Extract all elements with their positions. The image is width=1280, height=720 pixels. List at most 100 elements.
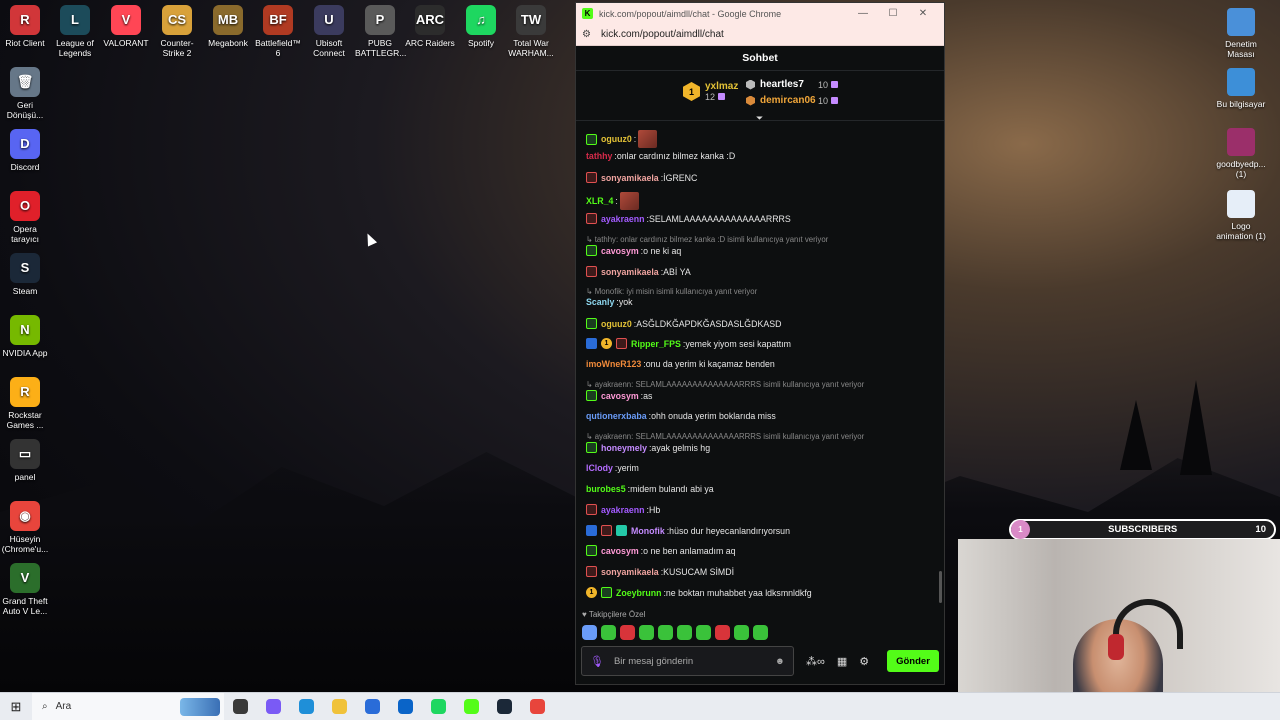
settings-gear-icon[interactable]: ⚙ [859, 655, 869, 668]
chat-message[interactable]: sonyamikaela: İGRENC [586, 172, 697, 183]
desktop-icon[interactable]: TW Total War WARHAM... [506, 5, 556, 58]
blue-badge-icon[interactable] [586, 338, 597, 349]
chat-message[interactable]: qutionerxbaba: ohh onuda yerim boklarıda… [586, 411, 776, 421]
gold-badge-icon[interactable]: 1 [601, 338, 612, 349]
emote-button-icon[interactable] [715, 625, 730, 640]
chat-username[interactable]: sonyamikaela [601, 267, 659, 277]
address-bar[interactable]: ⚙ kick.com/popout/aimdll/chat [576, 24, 944, 46]
desktop-icon[interactable]: ARC ARC Raiders [405, 5, 455, 48]
chat-username[interactable]: ayakraenn [601, 505, 645, 515]
desktop-icon[interactable]: goodbyedp... (1) [1213, 128, 1269, 179]
leaderboard-first[interactable]: 1 yxlmaz 12 [683, 81, 738, 102]
taskbar-app-button[interactable] [290, 699, 323, 714]
emote-button-icon[interactable] [620, 625, 635, 640]
emoji-icon[interactable]: ☻ [775, 656, 785, 667]
taskbar-app-button[interactable] [488, 699, 521, 714]
chat-username[interactable]: burobes5 [586, 484, 626, 494]
desktop-icon[interactable]: MB Megabonk [203, 5, 253, 48]
chat-message-input[interactable]: 🎙 Bir mesaj gönderin ☻ [581, 646, 794, 676]
chat-username[interactable]: ayakraenn [601, 214, 645, 224]
taskbar-app-button[interactable] [455, 699, 488, 714]
chat-message[interactable]: cavosym: o ne ki aq [586, 245, 681, 256]
green-badge-icon[interactable] [586, 318, 597, 329]
emote-button-icon[interactable] [639, 625, 654, 640]
emote-button-icon[interactable] [734, 625, 749, 640]
minimize-button[interactable]: — [848, 8, 878, 19]
chat-username[interactable]: Scanly [586, 297, 614, 307]
emote-button-icon[interactable] [753, 625, 768, 640]
chat-username[interactable]: lClody [586, 463, 613, 473]
chat-message[interactable]: cavosym: as [586, 390, 652, 401]
red-badge-icon[interactable] [586, 504, 597, 515]
chat-username[interactable]: imoWneR123 [586, 359, 641, 369]
chat-message[interactable]: burobes5: midem bulandı abi ya [586, 484, 714, 494]
desktop-icon[interactable]: ♫ Spotify [456, 5, 506, 48]
chat-message[interactable]: cavosym: o ne ben anlamadım aq [586, 545, 736, 556]
green-badge-icon[interactable] [586, 390, 597, 401]
desktop-icon[interactable]: V Grand Theft Auto V Le... [0, 563, 50, 616]
start-button[interactable]: ⊞ [0, 699, 32, 715]
taskbar-app-button[interactable] [389, 699, 422, 714]
taskbar-app-button[interactable] [323, 699, 356, 714]
chat-message[interactable]: sonyamikaela: KUSUCAM SİMDİ [586, 566, 734, 577]
chat-message[interactable]: honeymely: ayak gelmis hg [586, 442, 710, 453]
chat-username[interactable]: Zoeybrunn [616, 588, 661, 598]
emote-button-icon[interactable] [677, 625, 692, 640]
users-infinity-icon[interactable]: ⁂∞ [806, 655, 825, 668]
desktop-icon[interactable]: R Rockstar Games ... [0, 377, 50, 430]
red-badge-icon[interactable] [601, 525, 612, 536]
red-badge-icon[interactable] [586, 172, 597, 183]
chat-message[interactable]: lClody: yerim [586, 463, 639, 473]
chat-scrollbar[interactable] [939, 571, 942, 603]
desktop-icon[interactable]: Bu bilgisayar [1213, 68, 1269, 109]
desktop-icon[interactable]: P PUBG BATTLEGR... [355, 5, 406, 58]
emote-button-icon[interactable] [582, 625, 597, 640]
red-badge-icon[interactable] [586, 213, 597, 224]
desktop-icon[interactable]: N NVIDIA App [0, 315, 50, 358]
chat-message[interactable]: imoWneR123: onu da yerim ki kaçamaz bend… [586, 359, 775, 369]
chat-message[interactable]: Monofik: hüso dur heyecanlandırıyorsun [586, 525, 790, 536]
desktop-icon[interactable]: L League of Legends [50, 5, 100, 58]
desktop-icon[interactable]: R Riot Client [0, 5, 50, 48]
chat-username[interactable]: oguuz0 [601, 319, 632, 329]
blue-badge-icon[interactable] [586, 525, 597, 536]
chat-message[interactable]: oguuz0: [586, 130, 658, 148]
desktop-icon[interactable]: ◉ Hüseyin (Chrome'u... [0, 501, 50, 554]
chat-message[interactable]: XLR_4: [586, 192, 639, 210]
taskbar-search[interactable]: ⌕ Ara [32, 692, 224, 720]
desktop-icon[interactable]: CS Counter-Strike 2 [152, 5, 202, 58]
desktop-icon[interactable]: S Steam [0, 253, 50, 296]
chat-username[interactable]: qutionerxbaba [586, 411, 647, 421]
red-badge-icon[interactable] [586, 266, 597, 277]
desktop-icon[interactable]: O Opera tarayıcı [0, 191, 50, 244]
chat-message[interactable]: 1 Zoeybrunn: ne boktan muhabbet yaa ldksm… [586, 587, 812, 598]
desktop-icon[interactable]: 🗑 Geri Dönüşü... [0, 67, 50, 120]
chat-username[interactable]: tathhy [586, 151, 612, 161]
chat-username[interactable]: sonyamikaela [601, 567, 659, 577]
taskbar-app-button[interactable] [356, 699, 389, 714]
chat-message[interactable]: ayakraenn: SELAMLAAAAAAAAAAAAAARRRS [586, 213, 791, 224]
green-badge-icon[interactable] [601, 587, 612, 598]
chat-message[interactable]: 1 Ripper_FPS: yemek yiyom sesi kapattım [586, 338, 791, 349]
chat-username[interactable]: cavosym [601, 546, 639, 556]
desktop-icon[interactable]: U Ubisoft Connect [304, 5, 354, 58]
maximize-button[interactable]: ☐ [878, 8, 908, 19]
green-badge-icon[interactable] [586, 133, 597, 145]
chat-username[interactable]: honeymely [601, 443, 647, 453]
red-badge-icon[interactable] [616, 338, 627, 349]
site-settings-icon[interactable]: ⚙ [582, 29, 591, 40]
chat-username[interactable]: Ripper_FPS [631, 339, 681, 349]
emote-button-icon[interactable] [658, 625, 673, 640]
desktop-icon[interactable]: ▭ panel [0, 439, 50, 482]
chat-username[interactable]: oguuz0 [601, 134, 632, 144]
close-button[interactable]: ✕ [908, 8, 938, 19]
leaderboard-second[interactable]: heartles7 10 [746, 79, 839, 90]
taskbar-app-button[interactable] [422, 699, 455, 714]
chat-message[interactable]: sonyamikaela: ABİ YA [586, 266, 691, 277]
desktop-icon[interactable]: BF Battlefield™ 6 [253, 5, 303, 58]
desktop-icon[interactable]: Denetim Masası [1213, 8, 1269, 59]
chat-username[interactable]: cavosym [601, 391, 639, 401]
chat-message[interactable]: tathhy: onlar cardınız bilmez kanka :D [586, 151, 735, 161]
chat-username[interactable]: sonyamikaela [601, 173, 659, 183]
desktop-icon[interactable]: D Discord [0, 129, 50, 172]
